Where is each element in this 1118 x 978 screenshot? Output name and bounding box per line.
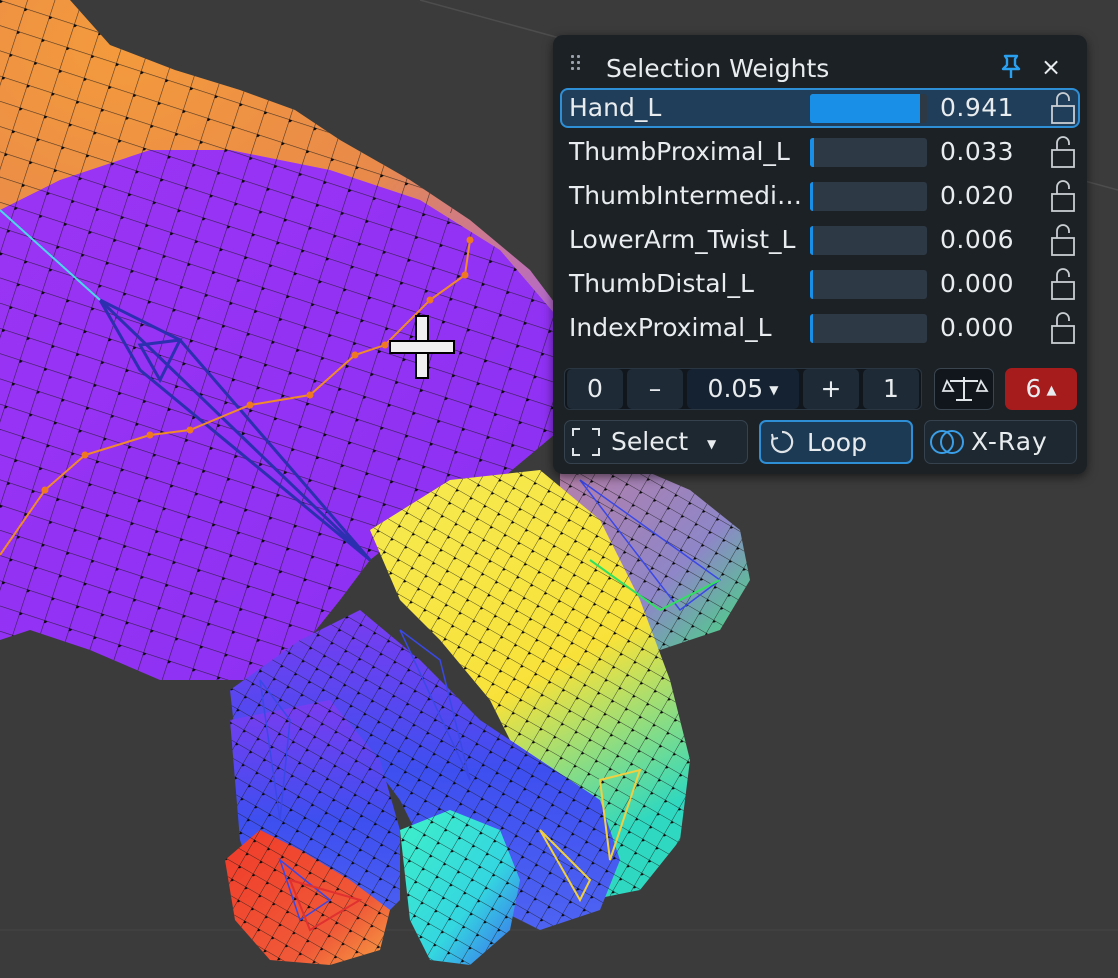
pin-icon[interactable]	[998, 53, 1024, 81]
weight-bar[interactable]	[810, 226, 927, 255]
panel-header[interactable]: Selection Weights ×	[553, 35, 1087, 85]
bone-name: ThumbProximal_L	[569, 137, 790, 166]
set-min-button[interactable]: 0	[567, 369, 623, 409]
weight-bar-edge	[810, 182, 813, 211]
weight-stepper: 0 – 0.05 ▼ + 1	[564, 368, 922, 410]
lock-icon[interactable]	[1050, 223, 1076, 257]
select-box-icon	[572, 428, 600, 456]
close-icon[interactable]: ×	[1040, 53, 1062, 81]
increment-button[interactable]: +	[803, 369, 859, 409]
loop-toggle-button[interactable]: Loop	[759, 420, 913, 464]
weight-bar[interactable]	[810, 270, 927, 299]
bone-row[interactable]: ThumbDistal_L 0.000	[560, 264, 1080, 304]
bone-name: ThumbDistal_L	[569, 269, 754, 298]
weight-bar[interactable]	[810, 94, 927, 123]
xray-toggle-button[interactable]: X-Ray	[924, 420, 1077, 464]
lock-icon[interactable]	[1050, 267, 1076, 301]
weight-value[interactable]: 0.941	[940, 90, 1014, 126]
vertex-count-badge[interactable]: 6 ▲	[1005, 368, 1077, 410]
bone-row[interactable]: LowerArm_Twist_L 0.006	[560, 220, 1080, 260]
step-value: 0.05	[707, 374, 764, 403]
loop-icon	[771, 430, 794, 454]
selection-weights-panel: Selection Weights × Hand_L 0.941 ThumbProx…	[553, 35, 1087, 474]
weight-value[interactable]: 0.033	[940, 134, 1014, 170]
bone-name: IndexProximal_L	[569, 313, 772, 342]
select-mode-dropdown[interactable]: Select ▼	[564, 420, 748, 464]
dropdown-caret-icon: ▼	[769, 383, 779, 397]
weight-value[interactable]: 0.020	[940, 178, 1014, 214]
select-mode-label: Select	[611, 427, 689, 456]
drag-handle-icon[interactable]	[571, 55, 583, 73]
weight-bar-edge	[810, 270, 813, 299]
normalize-button[interactable]	[934, 368, 994, 410]
weight-value[interactable]: 0.000	[940, 310, 1014, 346]
dropdown-caret-icon: ▼	[707, 437, 717, 451]
weight-bar-edge	[810, 94, 813, 123]
weight-bar-edge	[810, 314, 813, 343]
step-value-dropdown[interactable]: 0.05 ▼	[687, 369, 799, 409]
weight-bar[interactable]	[810, 138, 927, 167]
bone-name: ThumbIntermedi…	[569, 181, 802, 210]
bone-row[interactable]: ThumbProximal_L 0.033	[560, 132, 1080, 172]
lock-icon[interactable]	[1050, 135, 1076, 169]
bone-name: Hand_L	[569, 93, 662, 122]
loop-label: Loop	[807, 428, 867, 457]
balance-scale-icon	[941, 377, 989, 401]
lock-icon[interactable]	[1050, 179, 1076, 213]
panel-title: Selection Weights	[606, 54, 830, 83]
weight-bar-edge	[810, 226, 813, 255]
weight-bar[interactable]	[810, 314, 927, 343]
weight-bar-edge	[810, 138, 813, 167]
weight-value[interactable]: 0.006	[940, 222, 1014, 258]
caret-up-icon: ▲	[1046, 383, 1057, 398]
lock-icon[interactable]	[1050, 91, 1076, 125]
xray-icon	[930, 430, 964, 454]
bone-row[interactable]: IndexProximal_L 0.000	[560, 308, 1080, 348]
xray-label: X-Ray	[971, 427, 1048, 456]
decrement-button[interactable]: –	[627, 369, 683, 409]
weight-bar[interactable]	[810, 182, 927, 211]
weight-value[interactable]: 0.000	[940, 266, 1014, 302]
lock-icon[interactable]	[1050, 311, 1076, 345]
weight-bar-fill	[810, 94, 921, 123]
vertex-count: 6	[1025, 374, 1042, 403]
bone-name: LowerArm_Twist_L	[569, 225, 796, 254]
bone-row[interactable]: ThumbIntermedi… 0.020	[560, 176, 1080, 216]
set-max-button[interactable]: 1	[863, 369, 919, 409]
bone-row[interactable]: Hand_L 0.941	[560, 88, 1080, 128]
